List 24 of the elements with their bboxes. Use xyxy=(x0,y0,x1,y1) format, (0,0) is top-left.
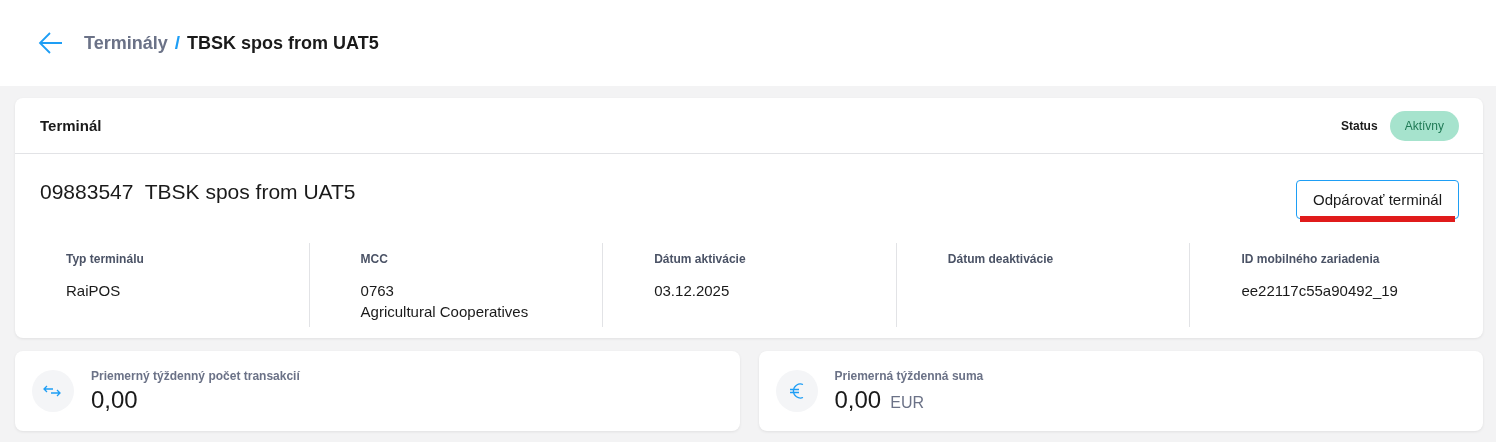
field-value: 0763 xyxy=(360,281,395,301)
field-label: Dátum deaktivácie xyxy=(947,252,1055,266)
stat-value: 0,00 xyxy=(91,385,138,413)
stat-label: Priemerná týždenná suma xyxy=(834,368,984,383)
breadcrumb-link[interactable]: Terminály xyxy=(84,32,168,54)
field-label: Typ terminálu xyxy=(66,252,145,266)
terminal-name: 09883547 TBSK spos from UAT5 xyxy=(40,180,356,204)
field-value: Agricultural Cooperatives xyxy=(360,302,530,322)
field-value: 03.12.2025 xyxy=(654,281,731,301)
back-arrow-icon[interactable] xyxy=(38,30,64,56)
status-badge: Aktívny xyxy=(1389,110,1459,141)
stat-unit: EUR xyxy=(890,393,924,411)
card-title: Terminál xyxy=(40,117,103,134)
breadcrumb-separator: / xyxy=(174,32,180,54)
unpair-terminal-button[interactable]: Odpárovať terminál xyxy=(1295,180,1459,219)
field-value: RaiPOS xyxy=(66,281,122,301)
field-value: ee22117c55a90492_19 xyxy=(1241,281,1399,301)
stat-label: Priemerný týždenný počet transakcií xyxy=(91,368,300,383)
status-label: Status xyxy=(1340,118,1378,133)
stat-value: 0,00 xyxy=(834,385,882,413)
field-label: Dátum aktivácie xyxy=(654,252,747,266)
page-title: TBSK spos from UAT5 xyxy=(187,32,379,54)
field-label: MCC xyxy=(360,252,389,266)
field-label: ID mobilného zariadenia xyxy=(1241,252,1381,266)
